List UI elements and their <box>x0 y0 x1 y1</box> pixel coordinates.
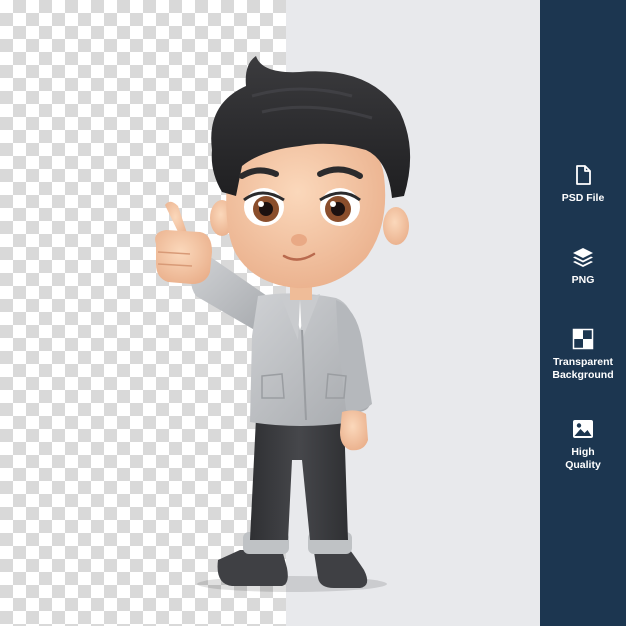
feature-high-quality: High Quality <box>540 418 626 472</box>
layers-icon <box>573 248 593 267</box>
right-eye <box>319 188 361 226</box>
feature-psd-file: PSD File <box>540 164 626 205</box>
left-shoe <box>217 550 288 586</box>
preview-canvas <box>0 0 540 626</box>
feature-label: High Quality <box>565 446 601 471</box>
image-icon <box>573 420 593 438</box>
feature-label: PNG <box>571 274 595 286</box>
feature-png: PNG <box>540 246 626 287</box>
right-shoe <box>314 550 368 588</box>
file-icon <box>576 165 591 185</box>
feature-label: Transparent Background <box>552 356 614 381</box>
feature-transparent-background: Transparent Background <box>540 328 626 382</box>
transparency-grid-icon <box>572 328 594 350</box>
cartoon-boy-thumbs-up-illustration <box>155 56 411 592</box>
left-eye <box>243 188 285 226</box>
thumbs-up-hand <box>155 201 212 284</box>
pants <box>250 418 348 540</box>
feature-sidebar: PSD File PNG Transparent Background High… <box>540 0 626 626</box>
feature-label: PSD File <box>561 192 605 204</box>
